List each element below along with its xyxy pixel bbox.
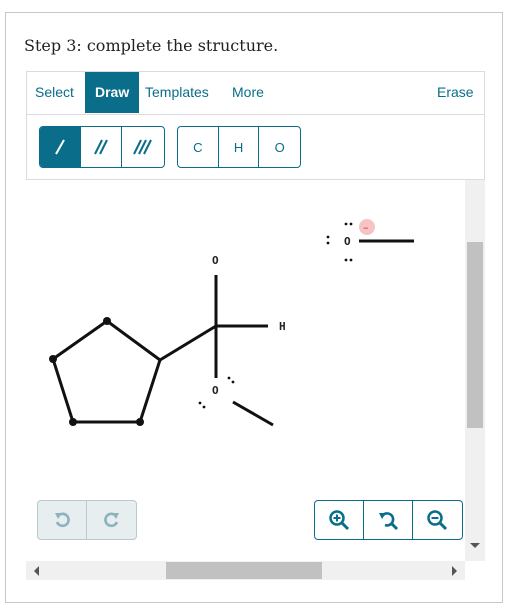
zoom-out-button[interactable] bbox=[413, 501, 462, 539]
atom-tool-o[interactable]: O bbox=[259, 127, 300, 167]
atom-label-hydrogen: H bbox=[279, 320, 286, 333]
reset-zoom-icon bbox=[379, 512, 399, 531]
undo-redo-group bbox=[37, 500, 137, 540]
single-bond-tool[interactable] bbox=[40, 127, 81, 167]
scroll-down-arrow-icon[interactable] bbox=[470, 543, 480, 548]
atom-label-oxygen: O bbox=[212, 384, 219, 397]
atom-dot bbox=[103, 317, 111, 325]
bond bbox=[232, 400, 274, 427]
bonds bbox=[159, 239, 414, 427]
vertical-scroll-thumb[interactable] bbox=[467, 242, 483, 428]
zoom-out-icon bbox=[427, 510, 448, 531]
horizontal-scroll-thumb[interactable] bbox=[166, 562, 322, 579]
horizontal-scrollbar[interactable] bbox=[26, 561, 465, 580]
erase-button[interactable]: Erase bbox=[437, 72, 474, 113]
atom-dot bbox=[136, 418, 144, 426]
atom-tool-group: C H O bbox=[177, 126, 301, 168]
tab-select[interactable]: Select bbox=[35, 72, 74, 113]
zoom-controls bbox=[314, 500, 463, 540]
triple-bond-icon bbox=[132, 139, 152, 155]
cyclopentane-ring bbox=[51, 319, 162, 424]
ring-vertices bbox=[49, 317, 144, 426]
single-bond-icon bbox=[55, 139, 65, 155]
redo-button[interactable] bbox=[87, 501, 136, 539]
bond bbox=[159, 324, 217, 362]
tab-draw[interactable]: Draw bbox=[85, 72, 140, 113]
bond-tool-group bbox=[39, 126, 165, 168]
atom-label-oxygen: O bbox=[212, 254, 219, 267]
zoom-in-button[interactable] bbox=[315, 501, 364, 539]
negative-charge-sign: – bbox=[363, 221, 369, 234]
double-bond-icon bbox=[94, 139, 108, 155]
scroll-left-arrow-icon[interactable] bbox=[34, 566, 39, 576]
scroll-right-arrow-icon[interactable] bbox=[452, 566, 457, 576]
vertical-scrollbar[interactable] bbox=[465, 180, 485, 561]
atom-tool-c[interactable]: C bbox=[178, 127, 219, 167]
triple-bond-tool[interactable] bbox=[122, 127, 163, 167]
tab-more[interactable]: More bbox=[232, 72, 264, 113]
undo-button[interactable] bbox=[38, 501, 88, 539]
redo-icon bbox=[103, 512, 119, 528]
double-bond-tool[interactable] bbox=[81, 127, 122, 167]
reset-zoom-button[interactable] bbox=[364, 501, 413, 539]
editor-toolbar: Select Draw Templates More Erase bbox=[26, 71, 485, 115]
step-prompt: Step 3: complete the structure. bbox=[24, 36, 279, 55]
undo-icon bbox=[55, 512, 70, 528]
drawing-tools-bar: C H O bbox=[26, 114, 485, 180]
zoom-in-icon bbox=[329, 510, 350, 531]
tab-templates[interactable]: Templates bbox=[145, 72, 209, 113]
atom-label-oxygen-anion: O bbox=[344, 235, 351, 248]
atom-dot bbox=[69, 418, 77, 426]
atom-dot bbox=[49, 355, 57, 363]
atom-tool-h[interactable]: H bbox=[219, 127, 260, 167]
